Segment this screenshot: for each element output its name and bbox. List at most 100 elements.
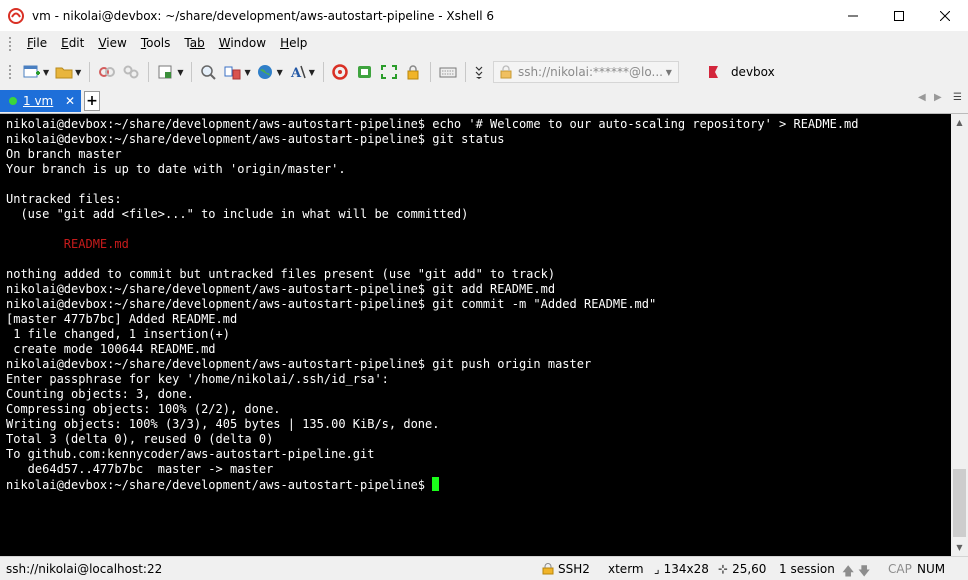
terminal-line: Enter passphrase for key '/home/nikolai/…: [6, 372, 389, 386]
maximize-button[interactable]: [876, 0, 922, 31]
properties-icon: [158, 65, 172, 79]
terminal-line: nikolai@devbox:~/share/development/aws-a…: [6, 117, 859, 131]
status-num-lock: NUM: [917, 562, 946, 576]
properties-button[interactable]: ▼: [154, 59, 186, 85]
chevron-double-down-icon: [475, 66, 483, 79]
lock-button[interactable]: [401, 59, 425, 85]
tab-scroll-right-icon[interactable]: ▶: [934, 92, 942, 103]
xshell-home-button[interactable]: [329, 59, 353, 85]
open-folder-button[interactable]: ▼: [52, 59, 84, 85]
status-size: ⌟ 134x28: [654, 562, 709, 576]
toolbar: ▼ ▼ ▼ ▼ ▼ A ▼ ssh://nikolai:******@lo...…: [0, 56, 968, 88]
font-button[interactable]: A ▼: [286, 59, 318, 85]
transfer-icon: [224, 66, 241, 80]
terminal-line: de64d57..477b7bc master -> master: [6, 462, 274, 476]
fullscreen-button[interactable]: [377, 59, 401, 85]
session-shortcut-label: devbox: [730, 65, 775, 79]
reconnect-icon: [99, 67, 116, 77]
session-shortcut-devbox[interactable]: devbox: [707, 65, 775, 79]
toolbar-separator: [89, 62, 91, 82]
status-protocol: SSH2: [542, 562, 590, 576]
close-button[interactable]: [922, 0, 968, 31]
menu-edit[interactable]: Edit: [54, 31, 91, 56]
scrollbar-thumb[interactable]: [953, 469, 966, 537]
scroll-down-icon[interactable]: ▼: [951, 539, 968, 556]
terminal-scrollbar[interactable]: ▲ ▼: [951, 114, 968, 556]
toolbar-separator: [148, 62, 150, 82]
xshell-logo-icon: [8, 7, 24, 24]
new-session-icon: [23, 65, 40, 78]
address-text: ssh://nikolai:******@lo...: [517, 65, 663, 79]
address-lock-icon: [500, 65, 512, 79]
transfer-button[interactable]: ▼: [221, 59, 253, 85]
connected-status-icon: [9, 97, 17, 105]
status-cursor-position: ⊹ 25,60: [718, 562, 767, 576]
terminal-line: nikolai@devbox:~/share/development/aws-a…: [6, 297, 657, 311]
tab-vm[interactable]: 1 vm ✕: [0, 90, 81, 112]
terminal-prompt-line[interactable]: nikolai@devbox:~/share/development/aws-a…: [6, 477, 951, 492]
toolbar-separator: [429, 62, 431, 82]
status-upload-icon: 🡅: [842, 564, 855, 578]
address-bar[interactable]: ssh://nikolai:******@lo... ▼: [492, 61, 679, 83]
window-title: vm - nikolai@devbox: ~/share/development…: [32, 8, 495, 23]
menu-bar: File Edit View Tools Tab Window Help: [0, 31, 968, 56]
terminal-line: Untracked files:: [6, 192, 122, 206]
toolbar-separator: [191, 62, 193, 82]
status-sessions: 1 session: [779, 562, 835, 576]
xftp-icon: [357, 66, 371, 78]
font-icon: A: [290, 65, 306, 80]
toolbar-grip-icon: [8, 64, 12, 80]
title-bar: vm - nikolai@devbox: ~/share/development…: [0, 0, 968, 31]
menu-file[interactable]: File: [20, 31, 54, 56]
scroll-up-icon[interactable]: ▲: [951, 114, 968, 131]
find-button[interactable]: [197, 59, 221, 85]
tab-label: 1 vm: [23, 94, 54, 108]
terminal-cursor: [432, 477, 440, 491]
disconnect-icon: [123, 65, 139, 79]
menu-help[interactable]: Help: [273, 31, 314, 56]
svg-text:A: A: [290, 66, 302, 80]
maximize-icon: [894, 10, 904, 21]
tab-close-icon[interactable]: ✕: [65, 94, 75, 108]
xshell-icon: [332, 64, 348, 80]
globe-icon: [257, 65, 272, 79]
xftp-button[interactable]: [353, 59, 377, 85]
status-lock-icon: [542, 563, 554, 575]
tab-scroll-left-icon[interactable]: ◀: [918, 92, 926, 103]
terminal-prompt: nikolai@devbox:~/share/development/aws-a…: [6, 478, 433, 492]
keyboard-button[interactable]: [436, 59, 460, 85]
keyboard-icon: [439, 67, 457, 78]
status-download-icon: 🡇: [858, 564, 871, 578]
menu-grip-icon: [8, 35, 12, 52]
terminal-line: nikolai@devbox:~/share/development/aws-a…: [6, 357, 592, 371]
menu-tools[interactable]: Tools: [134, 31, 178, 56]
cursor-position-icon: ⊹: [718, 562, 729, 576]
menu-window[interactable]: Window: [212, 31, 273, 56]
terminal-line: Your branch is up to date with 'origin/m…: [6, 162, 346, 176]
terminal-output[interactable]: nikolai@devbox:~/share/development/aws-a…: [0, 114, 951, 556]
terminal-line: Counting objects: 3, done.: [6, 387, 194, 401]
terminal-line: nikolai@devbox:~/share/development/aws-a…: [6, 282, 556, 296]
menu-tab[interactable]: Tab: [177, 31, 211, 56]
new-session-button[interactable]: ▼: [20, 59, 52, 85]
new-tab-button[interactable]: +: [84, 91, 100, 111]
menu-view[interactable]: View: [91, 31, 133, 56]
status-bar: ssh://nikolai@localhost:22 SSH2 xterm ⌟ …: [0, 556, 968, 580]
terminal-line: Compressing objects: 100% (2/2), done.: [6, 402, 281, 416]
terminal-line: On branch master: [6, 147, 122, 161]
disconnect-button[interactable]: [119, 59, 143, 85]
reconnect-button[interactable]: [95, 59, 119, 85]
terminal-line: create mode 100644 README.md: [6, 342, 216, 356]
terminal-line: nothing added to commit but untracked fi…: [6, 267, 556, 281]
toolbar-separator: [322, 62, 324, 82]
resize-icon: ⌟: [654, 562, 660, 576]
toolbar-overflow-button[interactable]: [471, 59, 487, 85]
tab-list-icon[interactable]: ☰: [953, 92, 962, 103]
minimize-button[interactable]: [830, 0, 876, 31]
address-dropdown-icon[interactable]: ▼: [666, 68, 672, 77]
fullscreen-icon: [380, 65, 397, 79]
globe-button[interactable]: ▼: [254, 59, 286, 85]
